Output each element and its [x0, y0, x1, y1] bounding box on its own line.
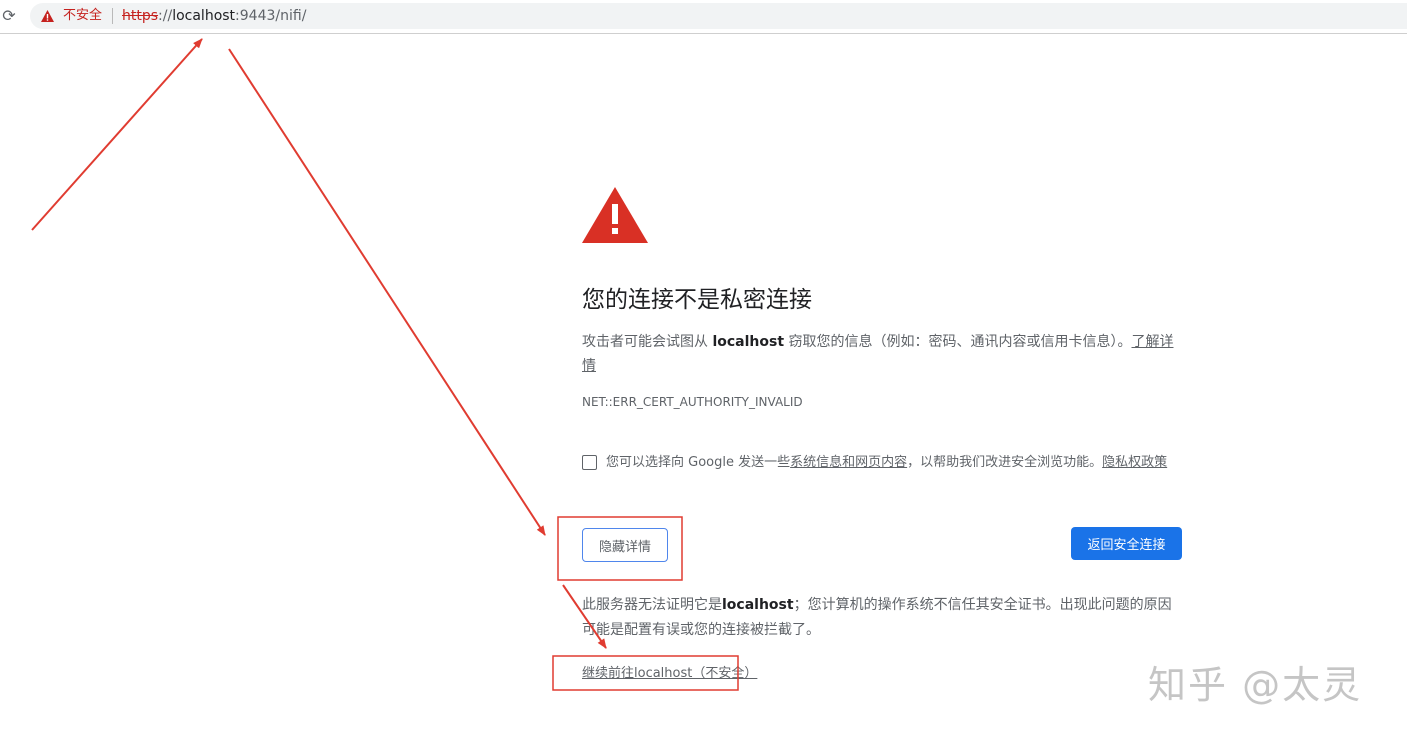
privacy-policy-link[interactable]: 隐私权政策 [1102, 455, 1167, 470]
url-host: localhost [172, 8, 236, 24]
details-text: 此服务器无法证明它是localhost；您计算机的操作系统不信任其安全证书。出现… [582, 593, 1182, 643]
annotation-arrow-to-hide-details [228, 48, 546, 536]
url-scheme: https [122, 8, 159, 24]
optin-checkbox[interactable] [582, 455, 597, 470]
optin-text-end: ，以帮助我们改进安全浏览功能。 [907, 455, 1103, 470]
desc-host: localhost [712, 334, 785, 350]
address-bar-divider [112, 8, 113, 24]
desc-text-end: 窃取您的信息（例如：密码、通讯内容或信用卡信息）。 [784, 334, 1132, 350]
hide-details-button[interactable]: 隐藏详情 [582, 528, 668, 562]
url-separator: :// [158, 8, 173, 24]
error-code: NET::ERR_CERT_AUTHORITY_INVALID [582, 395, 803, 409]
url-text[interactable]: https://localhost:9443/nifi/ [122, 7, 306, 25]
not-secure-warning-icon[interactable] [40, 9, 55, 23]
warning-triangle-icon [582, 187, 648, 243]
desc-text-start: 攻击者可能会试图从 [582, 334, 713, 350]
details-host: localhost [722, 597, 794, 613]
annotation-arrow-to-security-icon [31, 38, 203, 231]
page-title: 您的连接不是私密连接 [582, 287, 812, 313]
back-to-safety-button[interactable]: 返回安全连接 [1071, 527, 1182, 560]
browser-toolbar: ⟳ 不安全 https://localhost:9443/nifi/ [0, 0, 1407, 34]
optin-label: 您可以选择向 Google 发送一些系统信息和网页内容，以帮助我们改进安全浏览功… [606, 454, 1167, 472]
warning-description: 攻击者可能会试图从 localhost 窃取您的信息（例如：密码、通讯内容或信用… [582, 330, 1182, 378]
address-bar[interactable]: 不安全 https://localhost:9443/nifi/ [30, 3, 1407, 29]
security-status-label[interactable]: 不安全 [63, 7, 102, 25]
optin-text-start: 您可以选择向 Google 发送一些 [606, 455, 791, 470]
url-path: :9443/nifi/ [235, 8, 307, 24]
proceed-unsafe-link[interactable]: 继续前往localhost（不安全） [582, 665, 757, 683]
details-text-start: 此服务器无法证明它是 [582, 597, 722, 613]
reload-icon[interactable]: ⟳ [0, 6, 18, 26]
watermark: 知乎 @太灵 [1148, 663, 1363, 707]
system-info-link[interactable]: 系统信息和网页内容 [790, 455, 907, 470]
